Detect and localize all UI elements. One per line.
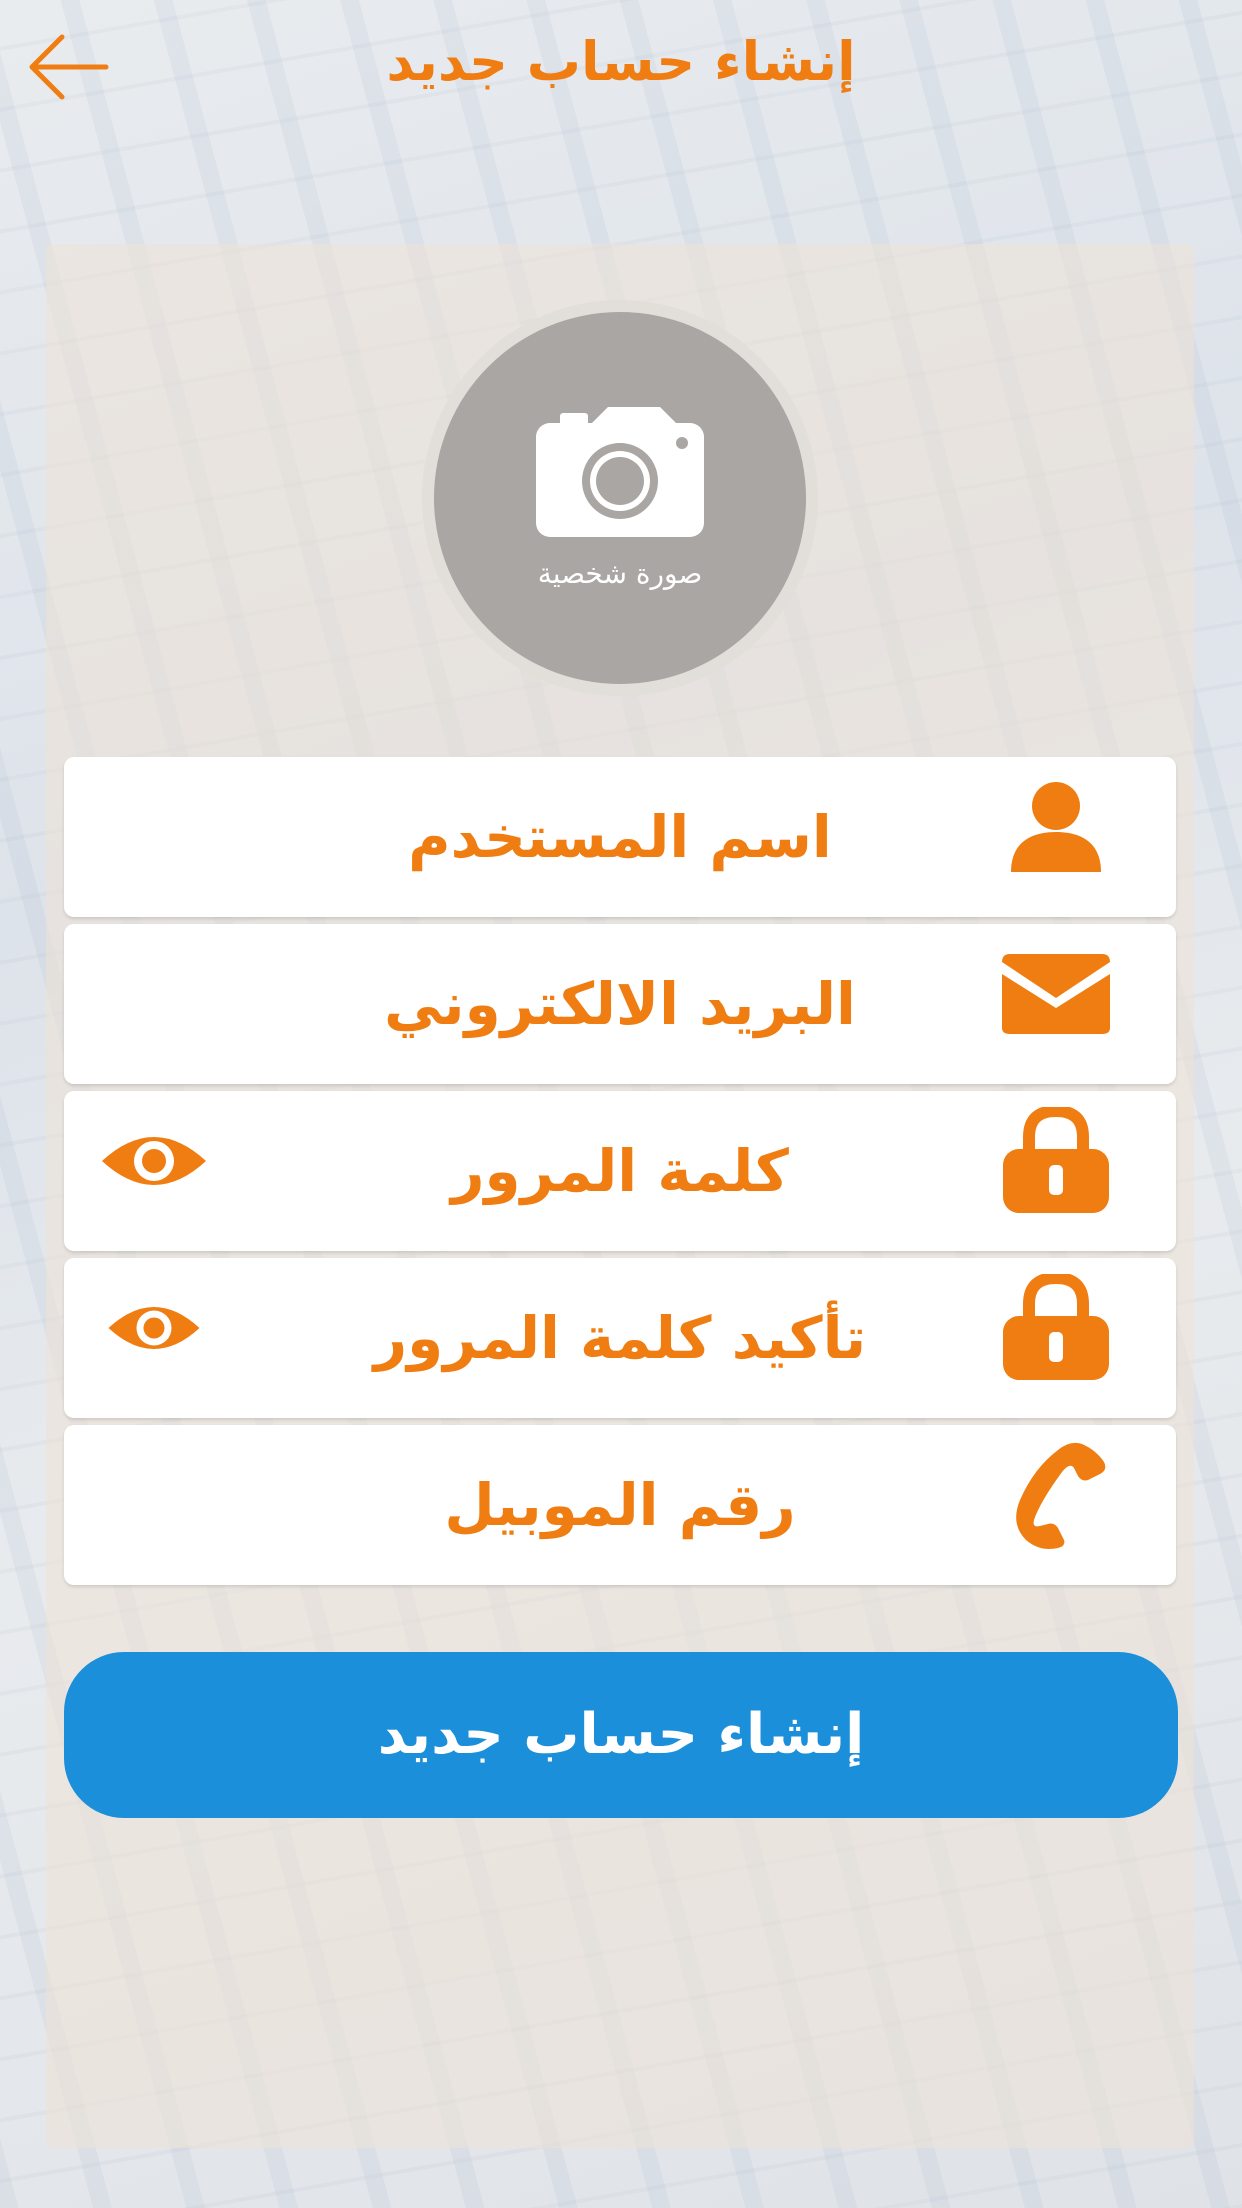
password-field[interactable]: كلمة المرور bbox=[64, 1091, 1176, 1251]
envelope-icon bbox=[996, 934, 1116, 1054]
create-account-button[interactable]: إنشاء حساب جديد bbox=[64, 1652, 1178, 1818]
email-field[interactable]: البريد الالكتروني bbox=[64, 924, 1176, 1084]
page-title: إنشاء حساب جديد bbox=[386, 30, 856, 93]
phone-icon bbox=[996, 1435, 1116, 1555]
confirm-password-field[interactable]: تأكيد كلمة المرور bbox=[64, 1258, 1176, 1418]
lock-icon bbox=[996, 1101, 1116, 1221]
camera-icon bbox=[536, 406, 704, 537]
username-field[interactable]: اسم المستخدم bbox=[64, 757, 1176, 917]
top-bar: إنشاء حساب جديد bbox=[0, 0, 1242, 140]
user-icon bbox=[996, 767, 1116, 887]
profile-photo-caption: صورة شخصية bbox=[537, 556, 703, 590]
mobile-field[interactable]: رقم الموبيل bbox=[64, 1425, 1176, 1585]
profile-photo-picker[interactable]: صورة شخصية bbox=[422, 300, 818, 696]
lock-icon bbox=[996, 1268, 1116, 1388]
